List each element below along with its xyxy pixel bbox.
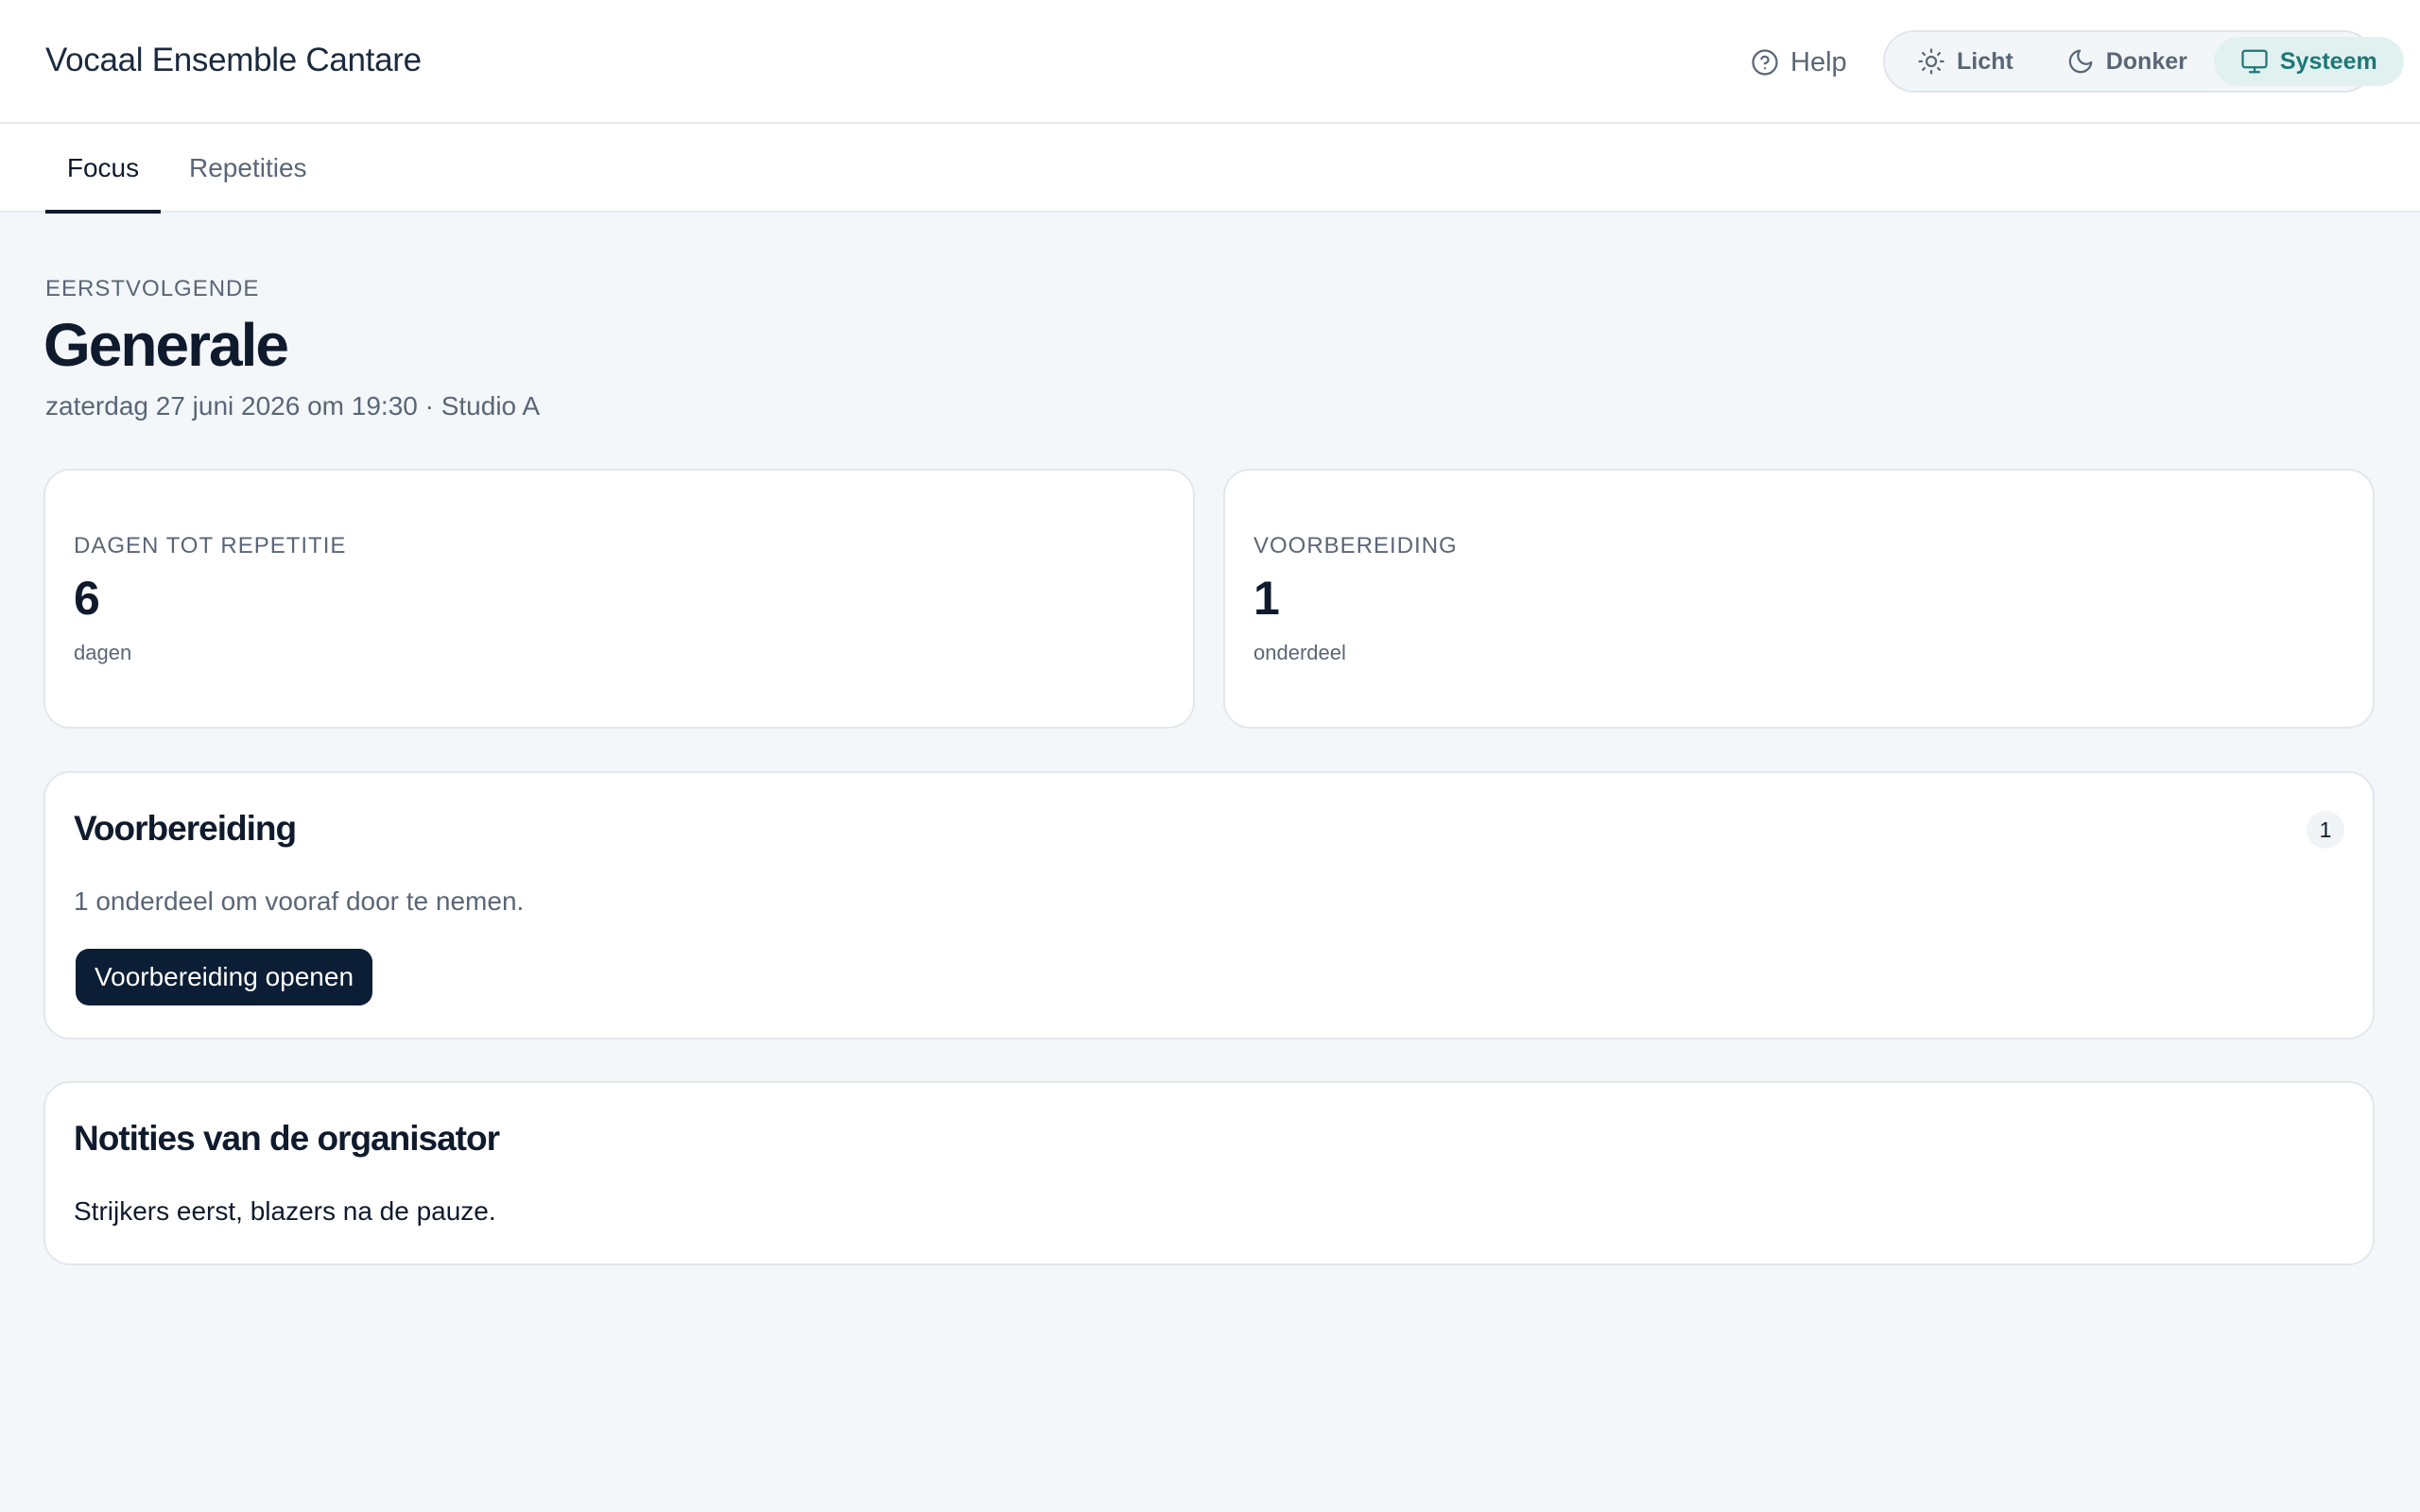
stat-value: 6 [74,572,100,625]
preparation-card: Voorbereiding 1 1 onderdeel om vooraf do… [43,771,2375,1040]
theme-switcher: Licht Donker Systeem [1883,30,2404,93]
moon-icon [2068,49,2093,74]
help-circle-icon [1752,49,1778,76]
theme-option-dark[interactable]: Donker [2040,37,2214,86]
help-label: Help [1790,46,1847,77]
stat-unit: onderdeel [1253,641,1346,664]
stat-label: DAGEN TOT REPETITIE [74,533,347,558]
tab-focus-label: Focus [66,153,140,182]
preparation-description: 1 onderdeel om vooraf door te nemen. [74,886,525,916]
stat-value: 1 [1253,572,1280,625]
organizer-notes-title: Notities van de organisator [74,1119,500,1158]
help-button[interactable]: Help [1751,43,1847,81]
tab-bar: Focus Repetities [0,124,2420,214]
next-eyebrow: EERSTVOLGENDE [45,276,260,301]
theme-option-system-label: Systeem [2279,47,2377,75]
sun-icon [1918,48,1945,75]
theme-option-light-label: Licht [1957,47,2014,75]
tab-repetities-label: Repetities [189,153,307,182]
tab-focus[interactable]: Focus [45,124,161,214]
top-bar: Vocaal Ensemble Cantare Help Licht Donke… [0,0,2420,124]
stat-label: VOORBEREIDING [1253,533,1458,558]
app-title: Vocaal Ensemble Cantare [45,42,422,78]
open-preparation-button[interactable]: Voorbereiding openen [76,949,373,1005]
monitor-icon [2241,49,2268,74]
theme-option-dark-label: Donker [2105,47,2187,75]
organizer-notes-card: Notities van de organisator Strijkers ee… [43,1081,2375,1265]
tab-repetities[interactable]: Repetities [189,124,307,213]
stat-card-days: DAGEN TOT REPETITIE 6 dagen [43,469,1195,729]
stat-unit: dagen [74,641,132,664]
stat-card-preparation: VOORBEREIDING 1 onderdeel [1223,469,2375,729]
theme-option-light[interactable]: Licht [1891,37,2040,86]
organizer-notes-text: Strijkers eerst, blazers na de pauze. [74,1196,496,1226]
next-rehearsal-details: zaterdag 27 juni 2026 om 19:30 · Studio … [45,391,541,421]
preparation-count-badge: 1 [2307,811,2344,849]
theme-option-system[interactable]: Systeem [2213,37,2404,86]
next-rehearsal-title: Generale [43,311,289,379]
preparation-title: Voorbereiding [74,809,297,848]
